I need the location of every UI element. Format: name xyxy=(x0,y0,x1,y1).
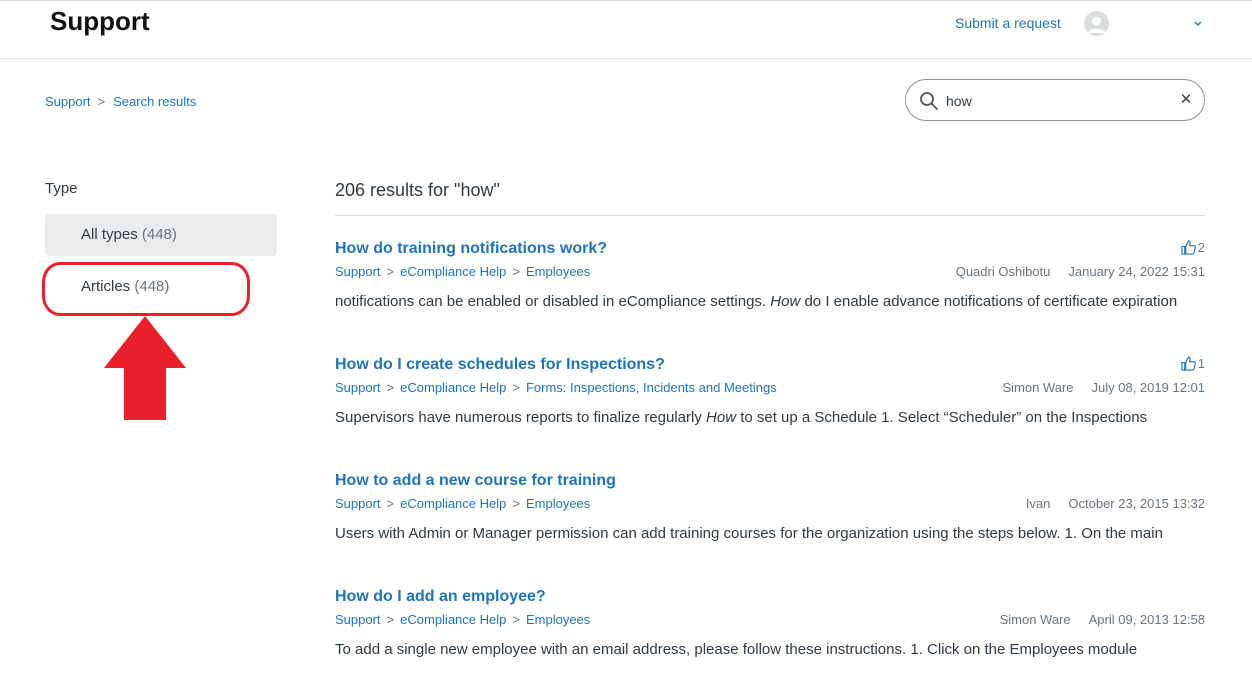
snippet-highlight: How xyxy=(770,293,801,310)
result-crumb[interactable]: Support xyxy=(335,264,381,279)
result-crumb[interactable]: Employees xyxy=(526,496,590,511)
search-result: How do I add an employee? Support > eCom… xyxy=(335,588,1205,678)
result-title-link[interactable]: How to add a new course for training xyxy=(335,472,616,490)
result-crumb[interactable]: Employees xyxy=(526,264,590,279)
result-title-link[interactable]: How do training notifications work? xyxy=(335,240,607,258)
result-author: Simon Ware xyxy=(1002,380,1074,395)
result-snippet: notifications can be enabled or disabled… xyxy=(335,293,1177,310)
crumb-separator: > xyxy=(512,612,520,627)
breadcrumb-separator: > xyxy=(97,94,106,109)
search-input[interactable] xyxy=(946,90,1166,112)
snippet-text: notifications can be enabled or disabled… xyxy=(335,293,771,310)
snippet-text: To add a single new employee with an ema… xyxy=(335,641,1138,658)
top-header: Support Submit a request xyxy=(0,0,1252,59)
thumbs-up-icon xyxy=(1181,356,1196,371)
search-icon xyxy=(919,91,939,111)
breadcrumb-support[interactable]: Support xyxy=(45,94,91,109)
result-author: Ivan xyxy=(1025,496,1051,511)
close-icon[interactable]: ✕ xyxy=(1176,90,1196,110)
submit-request-link[interactable]: Submit a request xyxy=(955,15,1061,31)
search-result: How to add a new course for training Sup… xyxy=(335,472,1205,562)
result-crumb[interactable]: eCompliance Help xyxy=(400,264,506,279)
results-heading: 206 results for "how" xyxy=(335,180,500,200)
brand-title[interactable]: Support xyxy=(50,6,150,37)
vote-count: 1 xyxy=(1181,356,1205,371)
divider xyxy=(335,215,1205,216)
result-crumb[interactable]: Employees xyxy=(526,612,590,627)
result-author: Quadri Oshibotu xyxy=(955,264,1051,279)
search-result: How do training notifications work? 2 Su… xyxy=(335,240,1205,330)
chevron-down-icon[interactable] xyxy=(1193,14,1205,30)
search-result: How do I create schedules for Inspection… xyxy=(335,356,1205,446)
crumb-separator: > xyxy=(386,380,395,395)
vote-number: 2 xyxy=(1197,240,1205,255)
thumbs-up-icon xyxy=(1181,240,1196,255)
result-breadcrumb: Support > eCompliance Help > Employees xyxy=(335,496,590,511)
result-date: January 24, 2022 15:31 xyxy=(1068,264,1205,279)
result-author: Simon Ware xyxy=(999,612,1071,627)
crumb-separator: > xyxy=(386,496,395,511)
result-meta: Simon Ware July 08, 2019 12:01 xyxy=(1002,380,1205,395)
snippet-text: Supervisors have numerous reports to fin… xyxy=(335,409,707,426)
result-date: April 09, 2013 12:58 xyxy=(1088,612,1205,627)
result-crumb[interactable]: eCompliance Help xyxy=(400,612,506,627)
result-crumb[interactable]: eCompliance Help xyxy=(400,380,506,395)
filter-label: All types xyxy=(81,226,138,243)
result-title-link[interactable]: How do I add an employee? xyxy=(335,588,546,606)
filter-type-title: Type xyxy=(45,180,78,197)
vote-number: 1 xyxy=(1197,356,1205,371)
filter-all-types[interactable]: All types (448) xyxy=(45,214,277,256)
crumb-separator: > xyxy=(386,264,395,279)
snippet-highlight: How xyxy=(706,409,737,426)
result-snippet: Supervisors have numerous reports to fin… xyxy=(335,409,1147,426)
result-crumb[interactable]: Support xyxy=(335,612,381,627)
result-crumb[interactable]: Support xyxy=(335,496,381,511)
result-date: October 23, 2015 13:32 xyxy=(1068,496,1205,511)
result-title-link[interactable]: How do I create schedules for Inspection… xyxy=(335,356,665,374)
result-crumb[interactable]: Forms: Inspections, Incidents and Meetin… xyxy=(526,380,777,395)
breadcrumb: Support > Search results xyxy=(45,94,196,109)
crumb-separator: > xyxy=(386,612,395,627)
vote-count: 2 xyxy=(1181,240,1205,255)
user-avatar-icon[interactable] xyxy=(1084,11,1109,36)
snippet-text: Users with Admin or Manager permission c… xyxy=(335,525,1163,542)
breadcrumb-search-results[interactable]: Search results xyxy=(113,94,196,109)
result-snippet: Users with Admin or Manager permission c… xyxy=(335,525,1163,542)
result-snippet: To add a single new employee with an ema… xyxy=(335,641,1137,658)
result-breadcrumb: Support > eCompliance Help > Forms: Insp… xyxy=(335,380,777,395)
snippet-text: do I enable advance notifications of cer… xyxy=(800,293,1178,310)
snippet-text: to set up a Schedule 1. Select “Schedule… xyxy=(736,409,1148,426)
result-meta: Simon Ware April 09, 2013 12:58 xyxy=(1000,612,1205,627)
result-meta: Ivan October 23, 2015 13:32 xyxy=(1026,496,1205,511)
result-crumb[interactable]: eCompliance Help xyxy=(400,496,506,511)
result-date: July 08, 2019 12:01 xyxy=(1091,380,1205,395)
result-meta: Quadri Oshibotu January 24, 2022 15:31 xyxy=(956,264,1205,279)
up-arrow-annotation xyxy=(104,316,186,420)
result-breadcrumb: Support > eCompliance Help > Employees xyxy=(335,264,590,279)
crumb-separator: > xyxy=(512,264,520,279)
crumb-separator: > xyxy=(512,380,520,395)
filter-count: (448) xyxy=(141,226,177,243)
highlight-ellipse xyxy=(42,262,250,316)
result-crumb[interactable]: Support xyxy=(335,380,381,395)
search-box: ✕ xyxy=(905,79,1205,121)
result-breadcrumb: Support > eCompliance Help > Employees xyxy=(335,612,590,627)
crumb-separator: > xyxy=(512,496,520,511)
